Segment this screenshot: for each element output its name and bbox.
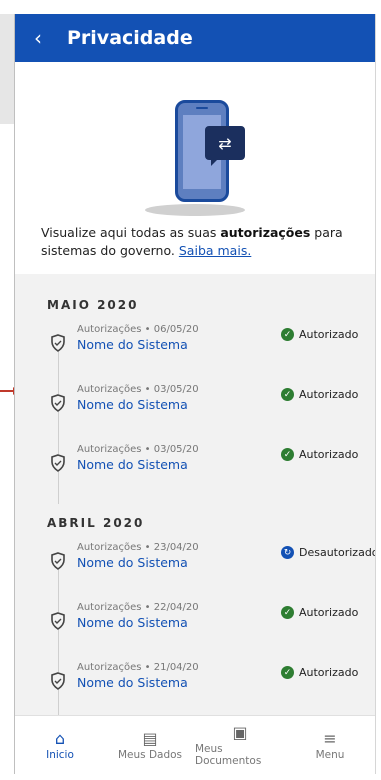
- system-name-link[interactable]: Nome do Sistema: [77, 397, 188, 412]
- exchange-icon: ⇄: [205, 126, 245, 166]
- home-icon: ⌂: [54, 729, 66, 748]
- learn-more-link[interactable]: Saiba mais.: [179, 243, 251, 258]
- authorization-meta: Autorizações • 03/05/20: [77, 384, 199, 395]
- status-label: Autorizado: [299, 388, 359, 401]
- authorization-item[interactable]: Autorizações • 23/04/20 Nome do Sistema ↻ D…: [15, 542, 375, 602]
- side-margin: [0, 14, 14, 124]
- status-label: Autorizado: [299, 666, 359, 679]
- check-circle-icon: ✓: [281, 388, 294, 401]
- check-circle-icon: ✓: [281, 328, 294, 341]
- status-badge: ✓ Autorizado: [281, 448, 358, 461]
- status-label: Autorizado: [299, 328, 359, 341]
- system-name-link[interactable]: Nome do Sistema: [77, 615, 188, 630]
- system-name-link[interactable]: Nome do Sistema: [77, 555, 188, 570]
- shield-icon: [50, 334, 66, 352]
- nav-item-inicio[interactable]: ⌂ Inicio: [15, 716, 105, 774]
- nav-item-meus-documentos[interactable]: ▣ Meus Documentos: [195, 716, 285, 774]
- authorizations-list: MAIO 2020 Autorizações • 06/05/20 Nome do …: [15, 274, 375, 722]
- shadow-shape: [145, 204, 245, 216]
- shield-icon: [50, 552, 66, 570]
- system-name-link[interactable]: Nome do Sistema: [77, 675, 188, 690]
- hero-description: Visualize aqui todas as suas autorizaçõe…: [41, 225, 343, 258]
- status-badge: ✓ Autorizado: [281, 328, 358, 341]
- check-circle-icon: ✓: [281, 606, 294, 619]
- timeline-line: [58, 662, 59, 722]
- app-screen: ‹ Privacidade ⇄ Visualize aqui todas as …: [14, 14, 376, 774]
- authorization-item[interactable]: Autorizações • 21/04/20 Nome do Sistema ✓ A…: [15, 662, 375, 722]
- month-group: Autorizações • 06/05/20 Nome do Sistema ✓ A…: [15, 324, 375, 504]
- month-group: Autorizações • 23/04/20 Nome do Sistema ↻ D…: [15, 542, 375, 722]
- status-label: Autorizado: [299, 448, 359, 461]
- authorization-meta: Autorizações • 23/04/20: [77, 542, 199, 553]
- nav-item-menu[interactable]: ≡ Menu: [285, 716, 375, 774]
- authorization-meta: Autorizações • 21/04/20: [77, 662, 199, 673]
- status-label: Autorizado: [299, 606, 359, 619]
- timeline-line: [58, 602, 59, 662]
- authorization-item[interactable]: Autorizações • 03/05/20 Nome do Sistema ✓ A…: [15, 384, 375, 444]
- bottom-nav: ⌂ Inicio ▤ Meus Dados ▣ Meus Documentos ≡ Menu: [15, 715, 375, 774]
- authorization-meta: Autorizações • 22/04/20: [77, 602, 199, 613]
- authorization-item[interactable]: Autorizações • 03/05/20 Nome do Sistema ✓ A…: [15, 444, 375, 504]
- status-label: Desautorizado: [299, 546, 376, 559]
- status-badge: ✓ Autorizado: [281, 388, 358, 401]
- nav-item-meus-dados[interactable]: ▤ Meus Dados: [105, 716, 195, 774]
- authorization-meta: Autorizações • 03/05/20: [77, 444, 199, 455]
- nav-label: Meus Dados: [117, 749, 183, 761]
- clipboard-icon: ▤: [142, 729, 158, 748]
- hero-section: ⇄ Visualize aqui todas as suas autorizaç…: [15, 62, 375, 274]
- nav-label: Inicio: [46, 749, 74, 761]
- system-name-link[interactable]: Nome do Sistema: [77, 337, 188, 352]
- month-heading: MAIO 2020: [47, 298, 139, 312]
- revoke-circle-icon: ↻: [281, 546, 294, 559]
- page-title: Privacidade: [67, 27, 193, 49]
- nav-label: Meus Documentos: [195, 743, 262, 767]
- timeline-line: [58, 444, 59, 504]
- header: ‹ Privacidade: [15, 14, 375, 62]
- hamburger-icon: ≡: [323, 729, 337, 748]
- shield-icon: [50, 454, 66, 472]
- check-circle-icon: ✓: [281, 448, 294, 461]
- authorization-meta: Autorizações • 06/05/20: [77, 324, 199, 335]
- timeline-line: [58, 384, 59, 444]
- shield-icon: [50, 672, 66, 690]
- authorization-item[interactable]: Autorizações • 06/05/20 Nome do Sistema ✓ A…: [15, 324, 375, 384]
- system-name-link[interactable]: Nome do Sistema: [77, 457, 188, 472]
- month-heading: ABRIL 2020: [47, 516, 145, 530]
- back-button[interactable]: ‹: [15, 14, 61, 62]
- authorization-item[interactable]: Autorizações • 22/04/20 Nome do Sistema ✓ A…: [15, 602, 375, 662]
- nav-label: Menu: [315, 749, 345, 761]
- status-badge: ↻ Desautorizado: [281, 546, 376, 559]
- shield-icon: [50, 394, 66, 412]
- shield-icon: [50, 612, 66, 630]
- status-badge: ✓ Autorizado: [281, 606, 358, 619]
- id-card-icon: ▣: [232, 723, 248, 742]
- status-badge: ✓ Autorizado: [281, 666, 358, 679]
- chevron-left-icon: ‹: [34, 26, 42, 50]
- phone-illustration: ⇄: [15, 82, 375, 216]
- check-circle-icon: ✓: [281, 666, 294, 679]
